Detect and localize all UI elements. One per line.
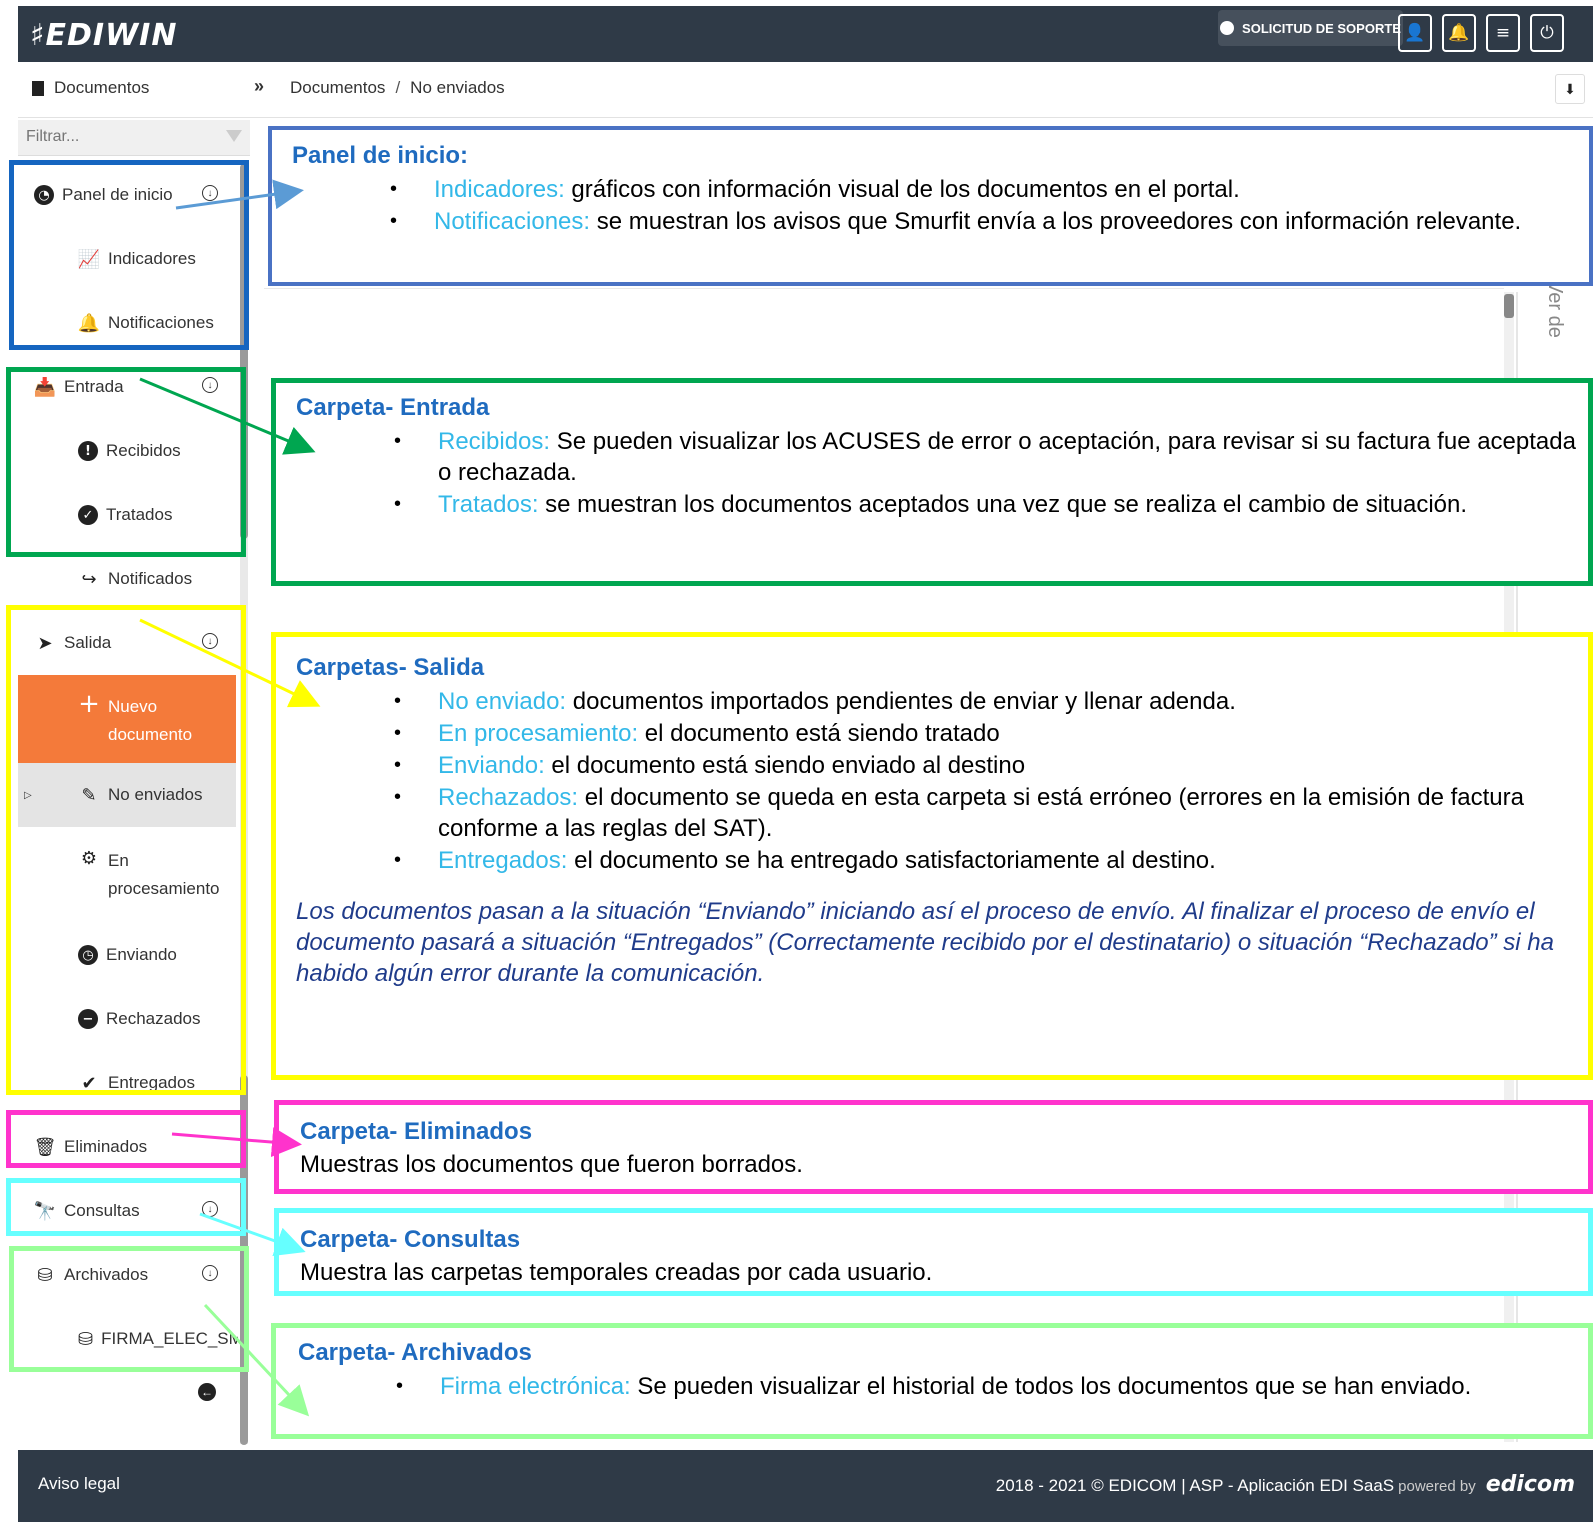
powered-by-text: powered by	[1398, 1478, 1476, 1495]
note-consultas: Carpeta- Consultas Muestra las carpetas …	[300, 1226, 1580, 1288]
note-panel: Panel de inicio: Indicadores: gráficos c…	[292, 142, 1582, 238]
support-agent-icon	[1220, 21, 1235, 35]
note-list: No enviado: documentos importados pendie…	[394, 686, 1586, 876]
note-bullet: Recibidos: Se pueden visualizar los ACUS…	[394, 426, 1586, 488]
note-key: Recibidos:	[438, 428, 551, 455]
footer: Aviso legal 2018 - 2021 © EDICOM | ASP -…	[18, 1450, 1593, 1522]
note-list: Firma electrónica: Se pueden visualizar …	[396, 1371, 1588, 1402]
note-salida: Carpetas- Salida No enviado: documentos …	[296, 654, 1586, 989]
sidebar-frame-salida	[6, 605, 246, 1095]
sidebar-frame-consultas	[6, 1178, 246, 1236]
note-text: Se pueden visualizar el historial de tod…	[630, 1373, 1472, 1400]
note-bullet: Indicadores: gráficos con información vi…	[390, 174, 1582, 205]
note-title: Carpeta- Eliminados	[300, 1118, 533, 1145]
note-list: Indicadores: gráficos con información vi…	[390, 174, 1582, 237]
note-text: gráficos con información visual de los d…	[564, 176, 1240, 203]
note-key: Rechazados:	[438, 784, 579, 811]
main-scroll-thumb[interactable]	[1504, 294, 1514, 318]
note-text: Se pueden visualizar los ACUSES de error…	[438, 428, 1576, 486]
note-bullet: Entregados: el documento se ha entregado…	[394, 845, 1586, 876]
note-key: Tratados:	[438, 491, 539, 518]
note-title: Carpeta- Consultas	[300, 1226, 521, 1253]
support-request-label: SOLICITUD DE SOPORTE	[1242, 20, 1401, 36]
note-title: Carpetas- Salida	[296, 654, 485, 681]
sidebar-frame-eliminados	[6, 1110, 246, 1168]
note-text: el documento está siendo tratado	[638, 720, 1000, 747]
funnel-icon[interactable]	[226, 130, 242, 142]
note-bullet: Tratados: se muestran los documentos ace…	[394, 489, 1586, 520]
bell-icon[interactable]: 🔔	[1442, 14, 1476, 52]
filter-bar	[18, 120, 250, 156]
legal-notice-link[interactable]: Aviso legal	[38, 1474, 120, 1494]
note-bullet: Firma electrónica: Se pueden visualizar …	[396, 1371, 1588, 1402]
share-arrow-icon: ↪	[81, 568, 97, 590]
edicom-logo: edicom	[1485, 1472, 1575, 1497]
note-bullet: En procesamiento: el documento está sien…	[394, 718, 1586, 749]
section-selector[interactable]: Documentos	[32, 78, 149, 98]
sidebar-frame-entrada	[6, 367, 246, 557]
menu-icon[interactable]: ≡	[1486, 14, 1520, 52]
support-request-button[interactable]: SOLICITUD DE SOPORTE	[1218, 10, 1403, 46]
ediwin-logo[interactable]: ♯EDIWIN	[30, 18, 177, 53]
note-bullet: Notificaciones: se muestran los avisos q…	[390, 206, 1582, 237]
sidebar-frame-panel	[9, 160, 249, 350]
breadcrumb-bar: Documentos » Documentos / No enviados ⬇	[18, 62, 1593, 118]
section-label: Documentos	[54, 78, 150, 97]
note-key: En procesamiento:	[438, 720, 639, 747]
note-entrada: Carpeta- Entrada Recibidos: Se pueden vi…	[296, 394, 1586, 521]
note-italic-paragraph: Los documentos pasan a la situación “Env…	[296, 898, 1554, 987]
note-text: el documento se ha entregado satisfactor…	[567, 847, 1216, 874]
note-key: No enviado:	[438, 688, 567, 715]
note-text: el documento se queda en esta carpeta si…	[438, 784, 1524, 842]
note-eliminados: Carpeta- Eliminados Muestras los documen…	[300, 1118, 1580, 1180]
note-key: Indicadores:	[434, 176, 565, 203]
collapse-left-icon[interactable]: ←	[198, 1383, 216, 1401]
note-text: Muestras los documentos que fueron borra…	[300, 1151, 803, 1178]
download-circle-icon[interactable]: ⬇	[1555, 74, 1585, 104]
note-title: Carpeta- Entrada	[296, 394, 490, 421]
note-bullet: Rechazados: el documento se queda en est…	[394, 782, 1586, 844]
collapse-sidebar-icon[interactable]: »	[254, 76, 264, 97]
note-archivados: Carpeta- Archivados Firma electrónica: S…	[298, 1339, 1588, 1403]
note-text: documentos importados pendientes de envi…	[566, 688, 1236, 715]
note-key: Enviando:	[438, 752, 545, 779]
breadcrumb: Documentos / No enviados	[290, 78, 505, 97]
sidebar-frame-archivados	[9, 1246, 249, 1372]
note-key: Entregados:	[438, 847, 568, 874]
document-icon	[32, 80, 44, 96]
copyright-text: 2018 - 2021 © EDICOM | ASP - Aplicación …	[995, 1476, 1395, 1495]
table-header-line	[264, 288, 1504, 289]
note-list: Recibidos: Se pueden visualizar los ACUS…	[394, 426, 1586, 520]
user-icon[interactable]: 👤	[1398, 14, 1432, 52]
note-title: Carpeta- Archivados	[298, 1339, 532, 1366]
note-text: se muestran los avisos que Smurfit envía…	[590, 208, 1522, 235]
note-bullet: Enviando: el documento está siendo envia…	[394, 750, 1586, 781]
note-text: el documento está siendo enviado al dest…	[544, 752, 1026, 779]
note-key: Notificaciones:	[434, 208, 591, 235]
filter-input[interactable]	[26, 128, 206, 146]
power-icon[interactable]: ⏻	[1530, 14, 1564, 52]
breadcrumb-item-current: No enviados	[410, 78, 505, 97]
note-bullet: No enviado: documentos importados pendie…	[394, 686, 1586, 717]
note-title: Panel de inicio:	[292, 142, 469, 169]
note-key: Firma electrónica:	[440, 1373, 631, 1400]
note-text: se muestran los documentos aceptados una…	[538, 491, 1468, 518]
note-text: Muestra las carpetas temporales creadas …	[300, 1259, 933, 1286]
sidebar-item-label: Notificados	[108, 569, 193, 588]
top-bar: ♯EDIWIN SOLICITUD DE SOPORTE 👤 🔔 ≡ ⏻	[18, 6, 1593, 62]
footer-copyright: 2018 - 2021 © EDICOM | ASP - Aplicación …	[996, 1472, 1575, 1497]
breadcrumb-item-documentos[interactable]: Documentos	[290, 78, 385, 97]
